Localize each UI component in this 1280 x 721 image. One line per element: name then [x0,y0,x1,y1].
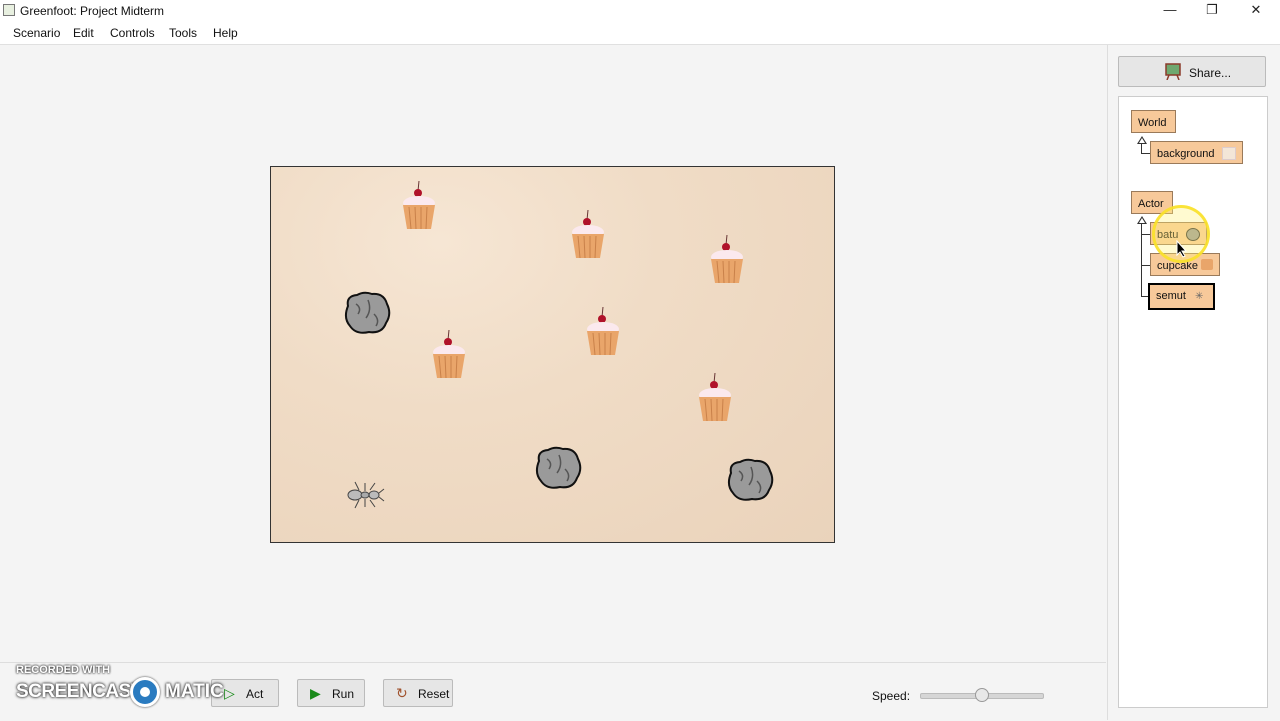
rock-actor[interactable] [342,290,392,336]
world-canvas[interactable] [270,166,835,543]
class-actor-label: Actor [1138,198,1164,210]
reset-label: Reset [418,687,450,701]
run-button[interactable]: ▶ Run [297,679,365,707]
class-world[interactable]: World [1131,110,1176,133]
cupcake-actor[interactable] [399,179,439,229]
close-button[interactable]: ✕ [1234,0,1278,22]
run-label: Run [332,687,355,701]
class-background[interactable]: background [1150,141,1243,164]
ant-actor[interactable] [345,480,385,510]
cupcake-thumbnail-icon [1201,259,1213,270]
window-title: Greenfoot: Project Midterm [20,4,165,18]
inheritance-arrow [1137,216,1147,224]
title-bar: Greenfoot: Project Midterm — ❐ ✕ [0,0,1280,22]
act-label: Act [246,687,264,701]
class-diagram [1118,96,1268,708]
class-semut-label: semut [1156,290,1186,302]
ant-thumbnail-icon: ✳ [1195,291,1204,302]
speed-label: Speed: [872,689,911,703]
menu-scenario[interactable]: Scenario [13,26,60,40]
cupcake-actor[interactable] [568,208,608,258]
rock-actor[interactable] [533,445,583,491]
menu-help[interactable]: Help [213,26,238,40]
menu-bar: Scenario Edit Controls Tools Help [0,22,1280,45]
class-background-label: background [1157,148,1215,160]
menu-edit[interactable]: Edit [73,26,94,40]
cupcake-actor[interactable] [429,328,469,378]
background-thumbnail-icon [1222,147,1236,160]
watermark-screencast: SCREENCAST [16,681,142,702]
minimize-button[interactable]: — [1148,0,1192,22]
menu-tools[interactable]: Tools [169,26,197,40]
reset-button[interactable]: ↻ Reset [383,679,453,707]
screencast-watermark: RECORDED WITH SCREENCAST MATIC [16,664,226,714]
restore-button[interactable]: ❐ [1190,0,1234,22]
share-easel-icon [1165,63,1181,80]
watermark-recorded-with: RECORDED WITH [16,664,111,676]
speed-slider-thumb[interactable] [975,688,989,702]
share-button[interactable]: Share... [1118,56,1266,87]
rock-actor[interactable] [725,457,775,503]
inheritance-arrow [1137,136,1147,144]
class-world-label: World [1138,117,1167,129]
class-semut[interactable]: semut ✳ [1148,283,1215,310]
cupcake-actor[interactable] [707,233,747,283]
menu-controls[interactable]: Controls [110,26,155,40]
cupcake-actor[interactable] [695,371,735,421]
watermark-matic: MATIC [165,681,224,702]
screencast-logo-icon [130,677,160,707]
cupcake-actor[interactable] [583,305,623,355]
mouse-cursor-icon [1176,240,1188,258]
play-icon: ▶ [310,685,321,701]
reset-icon: ↻ [396,685,408,701]
greenfoot-app-icon [3,4,15,16]
share-label: Share... [1189,66,1232,80]
